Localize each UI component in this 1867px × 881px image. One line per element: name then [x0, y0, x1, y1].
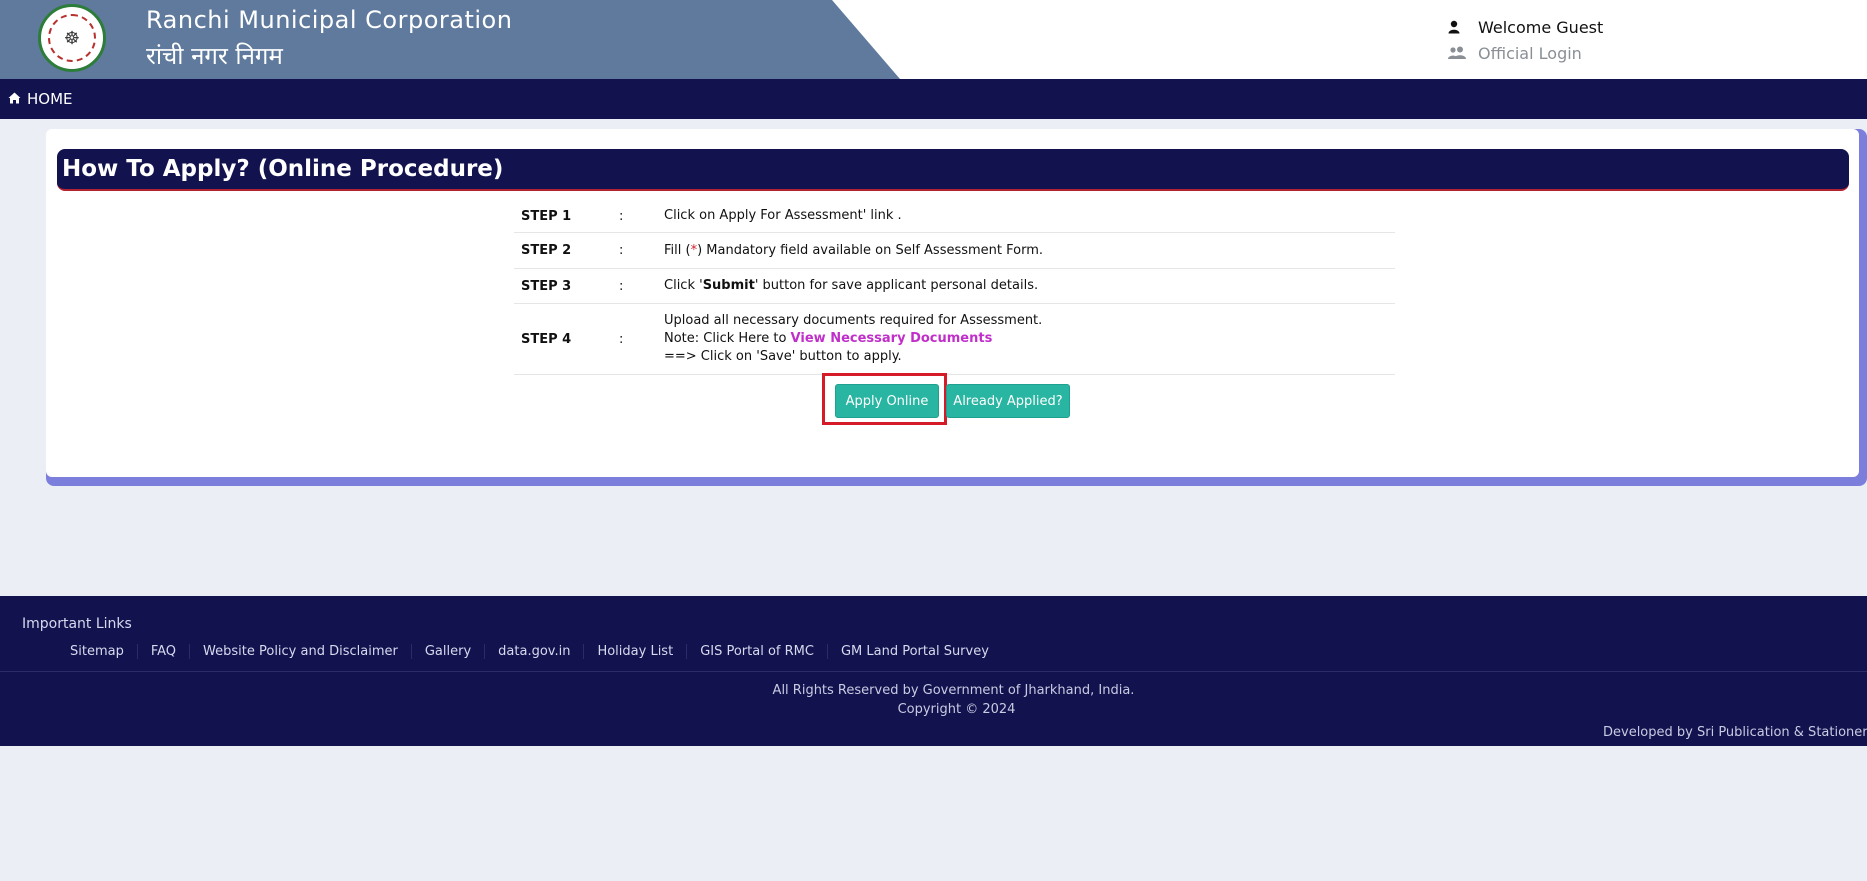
step-text-part: Note: Click Here to [664, 331, 791, 346]
footer-copyright: Copyright © 2024 [897, 702, 1016, 717]
step-row: STEP 1 : Click on Apply For Assessment' … [514, 200, 1395, 233]
org-name-english: Ranchi Municipal Corporation [146, 6, 513, 34]
home-icon [8, 90, 21, 108]
user-block: Welcome Guest Official Login [1448, 14, 1603, 66]
step-label: STEP 3 [521, 278, 572, 294]
step-row: STEP 4 : Upload all necessary documents … [514, 304, 1395, 375]
emblem-icon: ☸ [48, 14, 96, 62]
org-name-hindi: रांची नगर निगम [146, 42, 283, 70]
step-text: Upload all necessary documents required … [664, 312, 1395, 366]
step-separator: : [619, 331, 624, 347]
welcome-row: Welcome Guest [1448, 14, 1603, 40]
footer-link-faq[interactable]: FAQ [136, 644, 189, 659]
submit-keyword: Submit [702, 278, 755, 293]
view-documents-link[interactable]: View Necessary Documents [791, 331, 993, 346]
users-icon [1448, 46, 1478, 60]
step-separator: : [619, 243, 624, 258]
official-login-link[interactable]: Official Login [1448, 40, 1603, 66]
step-line: ==> Click on 'Save' button to apply. [664, 349, 902, 364]
footer-link-datagov[interactable]: data.gov.in [484, 644, 583, 659]
step-text-part: Fill ( [664, 242, 691, 258]
footer-divider [0, 671, 1867, 672]
footer-link-policy[interactable]: Website Policy and Disclaimer [189, 644, 411, 659]
apply-online-button[interactable]: Apply Online [835, 384, 939, 418]
footer-links: Sitemap FAQ Website Policy and Disclaime… [57, 644, 1002, 659]
step-text: Click on Apply For Assessment' link . [664, 208, 902, 223]
footer: Important Links Sitemap FAQ Website Poli… [0, 596, 1867, 746]
step-row: STEP 2 : Fill (*) Mandatory field availa… [514, 233, 1395, 269]
step-separator: : [619, 278, 624, 294]
step-label: STEP 1 [521, 208, 572, 224]
footer-link-gallery[interactable]: Gallery [410, 644, 484, 659]
step-line: Upload all necessary documents required … [664, 313, 1043, 328]
footer-link-gis[interactable]: GIS Portal of RMC [686, 644, 827, 659]
already-applied-button[interactable]: Already Applied? [946, 384, 1070, 418]
step-text-part: ' button for save applicant personal det… [754, 278, 1039, 293]
step-label: STEP 4 [521, 331, 572, 347]
step-label: STEP 2 [521, 243, 572, 258]
step-row: STEP 3 : Click 'Submit' button for save … [514, 269, 1395, 304]
official-login-label: Official Login [1478, 43, 1582, 63]
top-header: ☸ Ranchi Municipal Corporation रांची नगर… [0, 0, 1867, 79]
step-text: Click 'Submit' button for save applicant… [664, 277, 1395, 295]
step-line: Note: Click Here to View Necessary Docum… [664, 330, 1395, 348]
nav-home-label: HOME [27, 90, 73, 108]
nav-home-link[interactable]: HOME [8, 90, 73, 108]
rmc-logo[interactable]: ☸ [38, 4, 106, 72]
step-separator: : [619, 208, 624, 224]
footer-link-holiday[interactable]: Holiday List [583, 644, 686, 659]
user-icon [1448, 20, 1478, 34]
welcome-text: Welcome Guest [1478, 17, 1604, 37]
footer-link-sitemap[interactable]: Sitemap [57, 644, 137, 659]
footer-link-land-survey[interactable]: GM Land Portal Survey [826, 644, 1002, 659]
step-text-part: ) Mandatory field available on Self Asse… [697, 242, 1044, 258]
footer-developer: Developed by Sri Publication & Stationer… [1603, 725, 1867, 740]
steps-table: STEP 1 : Click on Apply For Assessment' … [514, 200, 1395, 375]
footer-rights: All Rights Reserved by Government of Jha… [772, 683, 1135, 698]
page-title: How To Apply? (Online Procedure) [57, 149, 1849, 191]
footer-heading: Important Links [22, 616, 132, 632]
step-text: Fill (*) Mandatory field available on Se… [664, 242, 1395, 260]
step-text-part: Click ' [664, 278, 703, 293]
main-navbar: HOME [0, 79, 1867, 119]
